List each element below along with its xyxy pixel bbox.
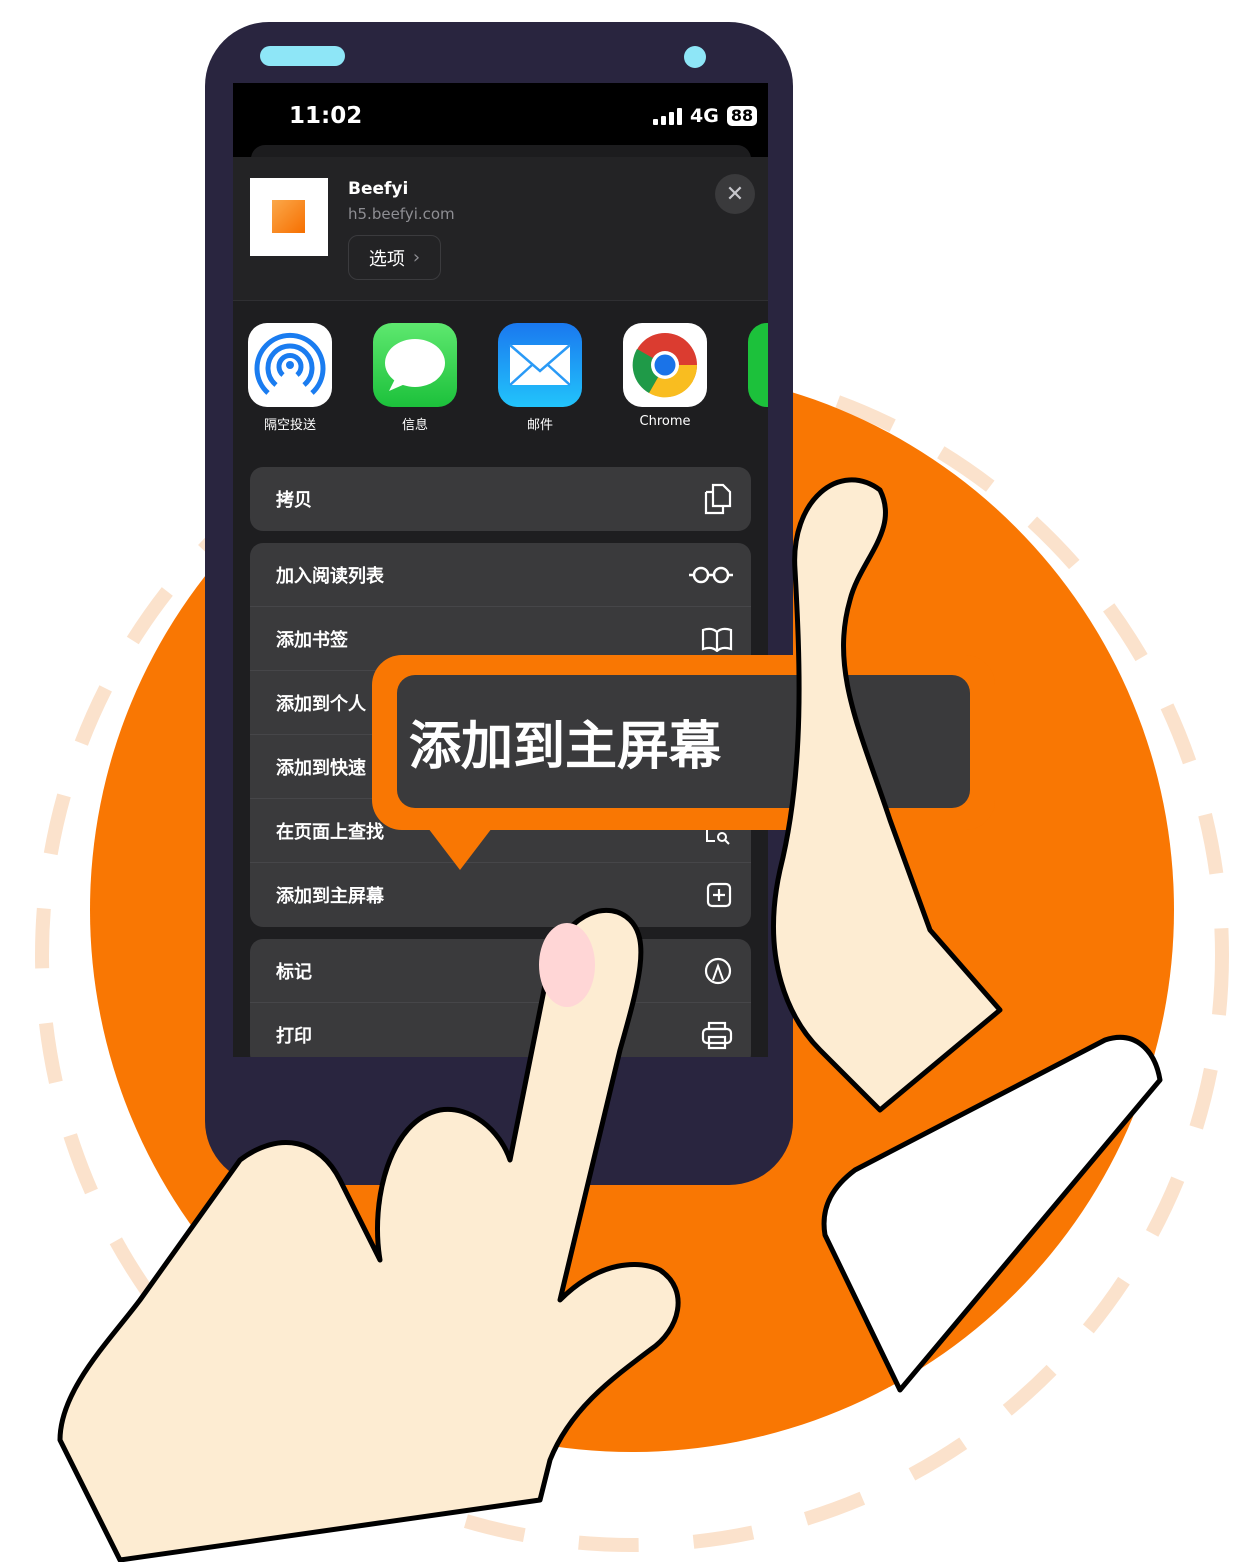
- hand-illustration: [57, 477, 1163, 1562]
- fingernail: [539, 923, 595, 1007]
